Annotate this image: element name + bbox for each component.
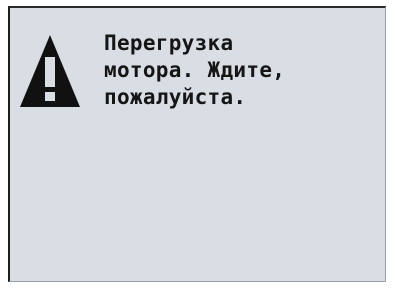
warning-message: Перегрузка мотора. Ждите, пожалуйста. [104,30,285,111]
lcd-screen: Перегрузка мотора. Ждите, пожалуйста. [8,6,386,282]
message-line: Перегрузка [104,31,234,55]
message-line: мотора. Ждите, [104,58,286,82]
message-line: пожалуйста. [104,85,247,109]
warning-icon [20,35,80,107]
